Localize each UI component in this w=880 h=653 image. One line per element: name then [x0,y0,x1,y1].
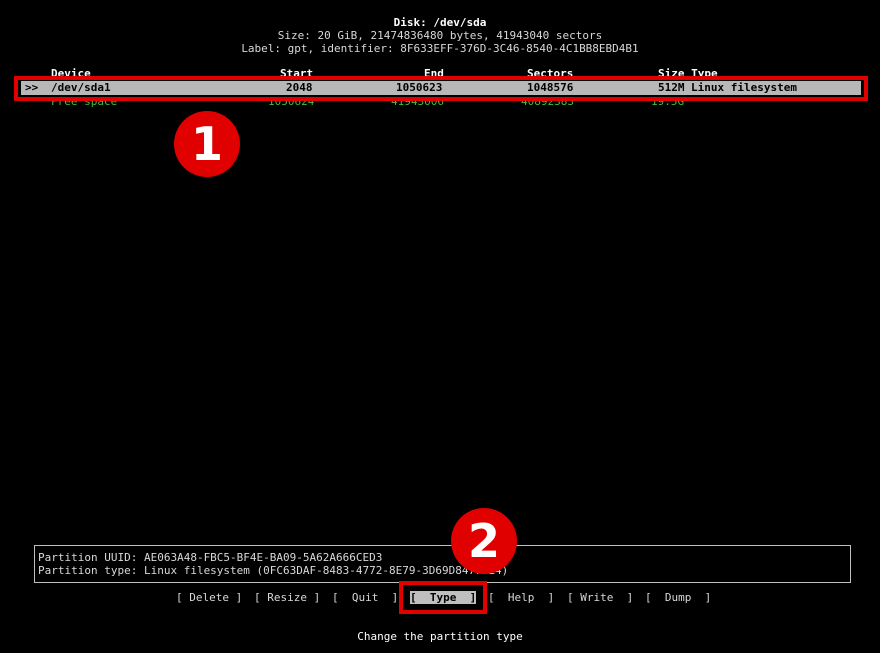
step-badge-2: 2 [451,508,517,574]
partition-type-info: Partition type: Linux filesystem (0FC63D… [38,564,509,577]
disk-label: Label: gpt, identifier: 8F633EFF-376D-3C… [241,42,639,55]
menu-write-button[interactable]: [ Write ] [567,591,633,604]
menu-dump-button[interactable]: [ Dump ] [645,591,711,604]
partition-info-box: Partition UUID: AE063A48-FBC5-BF4E-BA09-… [34,545,851,583]
step-badge-1: 1 [174,111,240,177]
menu-quit-button[interactable]: [ Quit ] [332,591,398,604]
row-highlight-box [14,76,868,101]
menu-delete-button[interactable]: [ Delete ] [176,591,242,604]
hint-text: Change the partition type [357,630,523,643]
menu-help-button[interactable]: [ Help ] [488,591,554,604]
menu-resize-button[interactable]: [ Resize ] [254,591,320,604]
type-button-highlight-box [399,581,487,614]
disk-size: Size: 20 GiB, 21474836480 bytes, 4194304… [277,29,603,42]
disk-title: Disk: /dev/sda [393,16,487,29]
partition-uuid: Partition UUID: AE063A48-FBC5-BF4E-BA09-… [38,551,383,564]
